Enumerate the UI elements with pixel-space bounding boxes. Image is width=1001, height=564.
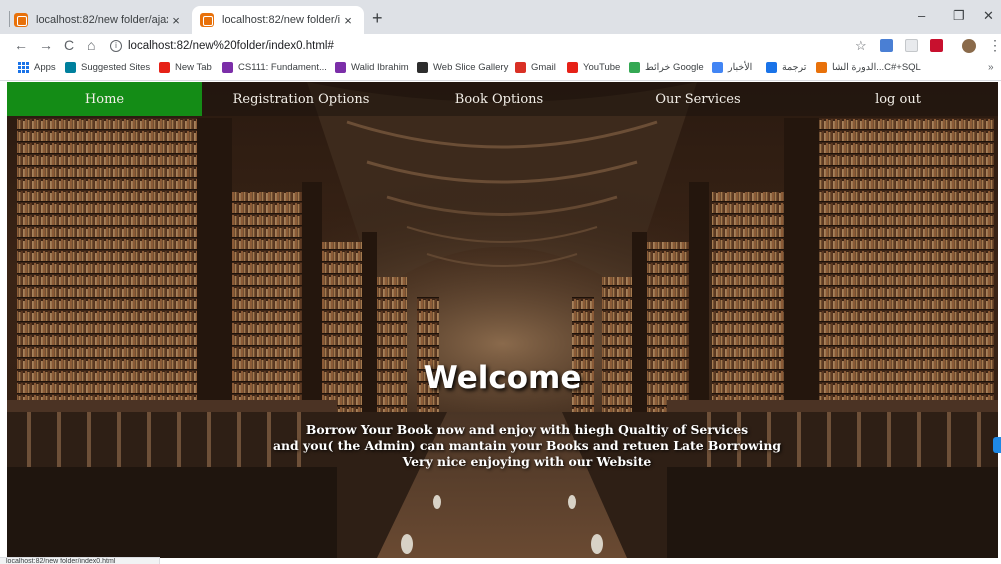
slice-icon bbox=[417, 62, 428, 73]
bookmark-label: Web Slice Gallery bbox=[433, 62, 509, 73]
bookmark-label: الأخبار bbox=[728, 62, 753, 73]
tagline-line-1: Borrow Your Book now and enjoy with hieg… bbox=[305, 422, 749, 437]
extension-icon[interactable] bbox=[930, 39, 943, 52]
main-navbar: Home Registration Options Book Options O… bbox=[7, 82, 998, 116]
bing-icon bbox=[65, 62, 76, 73]
new-tab-button[interactable]: + bbox=[372, 8, 383, 29]
nav-home[interactable]: Home bbox=[7, 82, 202, 116]
browser-tab-ajax[interactable]: localhost:82/new folder/ajax.txt × bbox=[6, 6, 192, 34]
bookmark-label: Walid Ibrahim bbox=[351, 62, 409, 73]
page-viewport: Home Registration Options Book Options O… bbox=[7, 82, 998, 558]
site-info-icon[interactable]: i bbox=[110, 40, 122, 52]
nav-registration-options[interactable]: Registration Options bbox=[202, 82, 400, 116]
bookmarks-bar: Apps Suggested Sites New Tab CS111: Fund… bbox=[0, 58, 1001, 81]
bookmark-label: CS111: Fundament... bbox=[238, 62, 327, 73]
youtube-icon bbox=[567, 62, 578, 73]
address-bar[interactable]: i localhost:82/new%20folder/index0.html# bbox=[110, 36, 880, 56]
bookmarks-overflow-icon[interactable]: » bbox=[988, 62, 994, 73]
nav-our-services[interactable]: Our Services bbox=[598, 82, 798, 116]
home-icon[interactable]: ⌂ bbox=[87, 37, 95, 53]
nav-log-out[interactable]: log out bbox=[798, 82, 998, 116]
bookmark-label: خرائط Google bbox=[645, 62, 704, 73]
tab-strip: localhost:82/new folder/ajax.txt × local… bbox=[0, 0, 1001, 34]
bookmark-label: الدورة الشا...C#+SQL bbox=[832, 62, 921, 73]
tagline-line-2: and you( the Admin) can mantain your Boo… bbox=[272, 438, 782, 453]
tab-close-icon[interactable]: × bbox=[168, 13, 184, 28]
bookmark-label: Suggested Sites bbox=[81, 62, 151, 73]
bookmark-label: Apps bbox=[34, 62, 56, 73]
bookmark-apps[interactable]: Apps bbox=[18, 62, 56, 73]
bookmark-youtube[interactable]: YouTube bbox=[567, 62, 620, 73]
forward-arrow-icon[interactable]: → bbox=[39, 37, 53, 53]
gmail-icon bbox=[515, 62, 526, 73]
bookmark-label: Gmail bbox=[531, 62, 556, 73]
welcome-heading: Welcome bbox=[423, 360, 582, 396]
profile-avatar[interactable] bbox=[962, 39, 976, 53]
browser-menu-icon[interactable]: ⋮ bbox=[988, 37, 1001, 54]
extension-icon[interactable] bbox=[905, 39, 918, 52]
browser-tab-index0[interactable]: localhost:82/new folder/index0.h × bbox=[192, 6, 364, 34]
bookmark-google-maps[interactable]: خرائط Google bbox=[629, 62, 704, 73]
course-icon bbox=[816, 62, 827, 73]
reload-icon[interactable]: C bbox=[64, 37, 74, 53]
url-text: localhost:82/new%20folder/index0.html# bbox=[128, 40, 334, 52]
maps-icon bbox=[629, 62, 640, 73]
status-bar-url: localhost:82/new folder/index0.html bbox=[0, 557, 160, 564]
bookmark-web-slice-gallery[interactable]: Web Slice Gallery bbox=[417, 62, 508, 73]
nav-book-options[interactable]: Book Options bbox=[400, 82, 598, 116]
tab-title: localhost:82/new folder/index0.h bbox=[222, 14, 340, 26]
bookmark-label: YouTube bbox=[583, 62, 621, 73]
bookmark-gmail[interactable]: Gmail bbox=[515, 62, 556, 73]
youtube-icon bbox=[159, 62, 170, 73]
bookmark-csharp-sql-course[interactable]: الدورة الشا...C#+SQL bbox=[816, 62, 921, 73]
bookmark-label: New Tab bbox=[175, 62, 212, 73]
tagline-line-3: Very nice enjoying with our Website bbox=[402, 454, 652, 469]
bookmark-translate[interactable]: ترجمة bbox=[766, 62, 806, 73]
bookmark-new-tab[interactable]: New Tab bbox=[159, 62, 212, 73]
bookmark-star-icon[interactable]: ☆ bbox=[855, 38, 867, 54]
minimize-window-icon[interactable]: – bbox=[918, 8, 925, 23]
cd-icon bbox=[335, 62, 346, 73]
apps-grid-icon bbox=[18, 62, 29, 73]
bookmark-suggested-sites[interactable]: Suggested Sites bbox=[65, 62, 150, 73]
localhost-favicon-icon bbox=[14, 13, 28, 27]
back-arrow-icon[interactable]: ← bbox=[14, 37, 28, 53]
extension-icon[interactable] bbox=[880, 39, 893, 52]
localhost-favicon-icon bbox=[200, 13, 214, 27]
bookmark-walid-ibrahim[interactable]: Walid Ibrahim bbox=[335, 62, 409, 73]
tab-close-icon[interactable]: × bbox=[340, 13, 356, 28]
cd-icon bbox=[222, 62, 233, 73]
close-window-icon[interactable]: ✕ bbox=[983, 8, 994, 24]
browser-toolbar: ← → C ⌂ i localhost:82/new%20folder/inde… bbox=[0, 34, 1001, 58]
side-widget-tab[interactable] bbox=[993, 437, 1001, 453]
restore-window-icon[interactable]: ❐ bbox=[953, 8, 965, 24]
bookmark-cs111[interactable]: CS111: Fundament... bbox=[222, 62, 327, 73]
news-icon bbox=[712, 62, 723, 73]
tab-title: localhost:82/new folder/ajax.txt bbox=[36, 14, 168, 26]
translate-icon bbox=[766, 62, 777, 73]
library-hall-background bbox=[7, 82, 998, 558]
bookmark-label: ترجمة bbox=[782, 62, 807, 73]
bookmark-news[interactable]: الأخبار bbox=[712, 62, 752, 73]
